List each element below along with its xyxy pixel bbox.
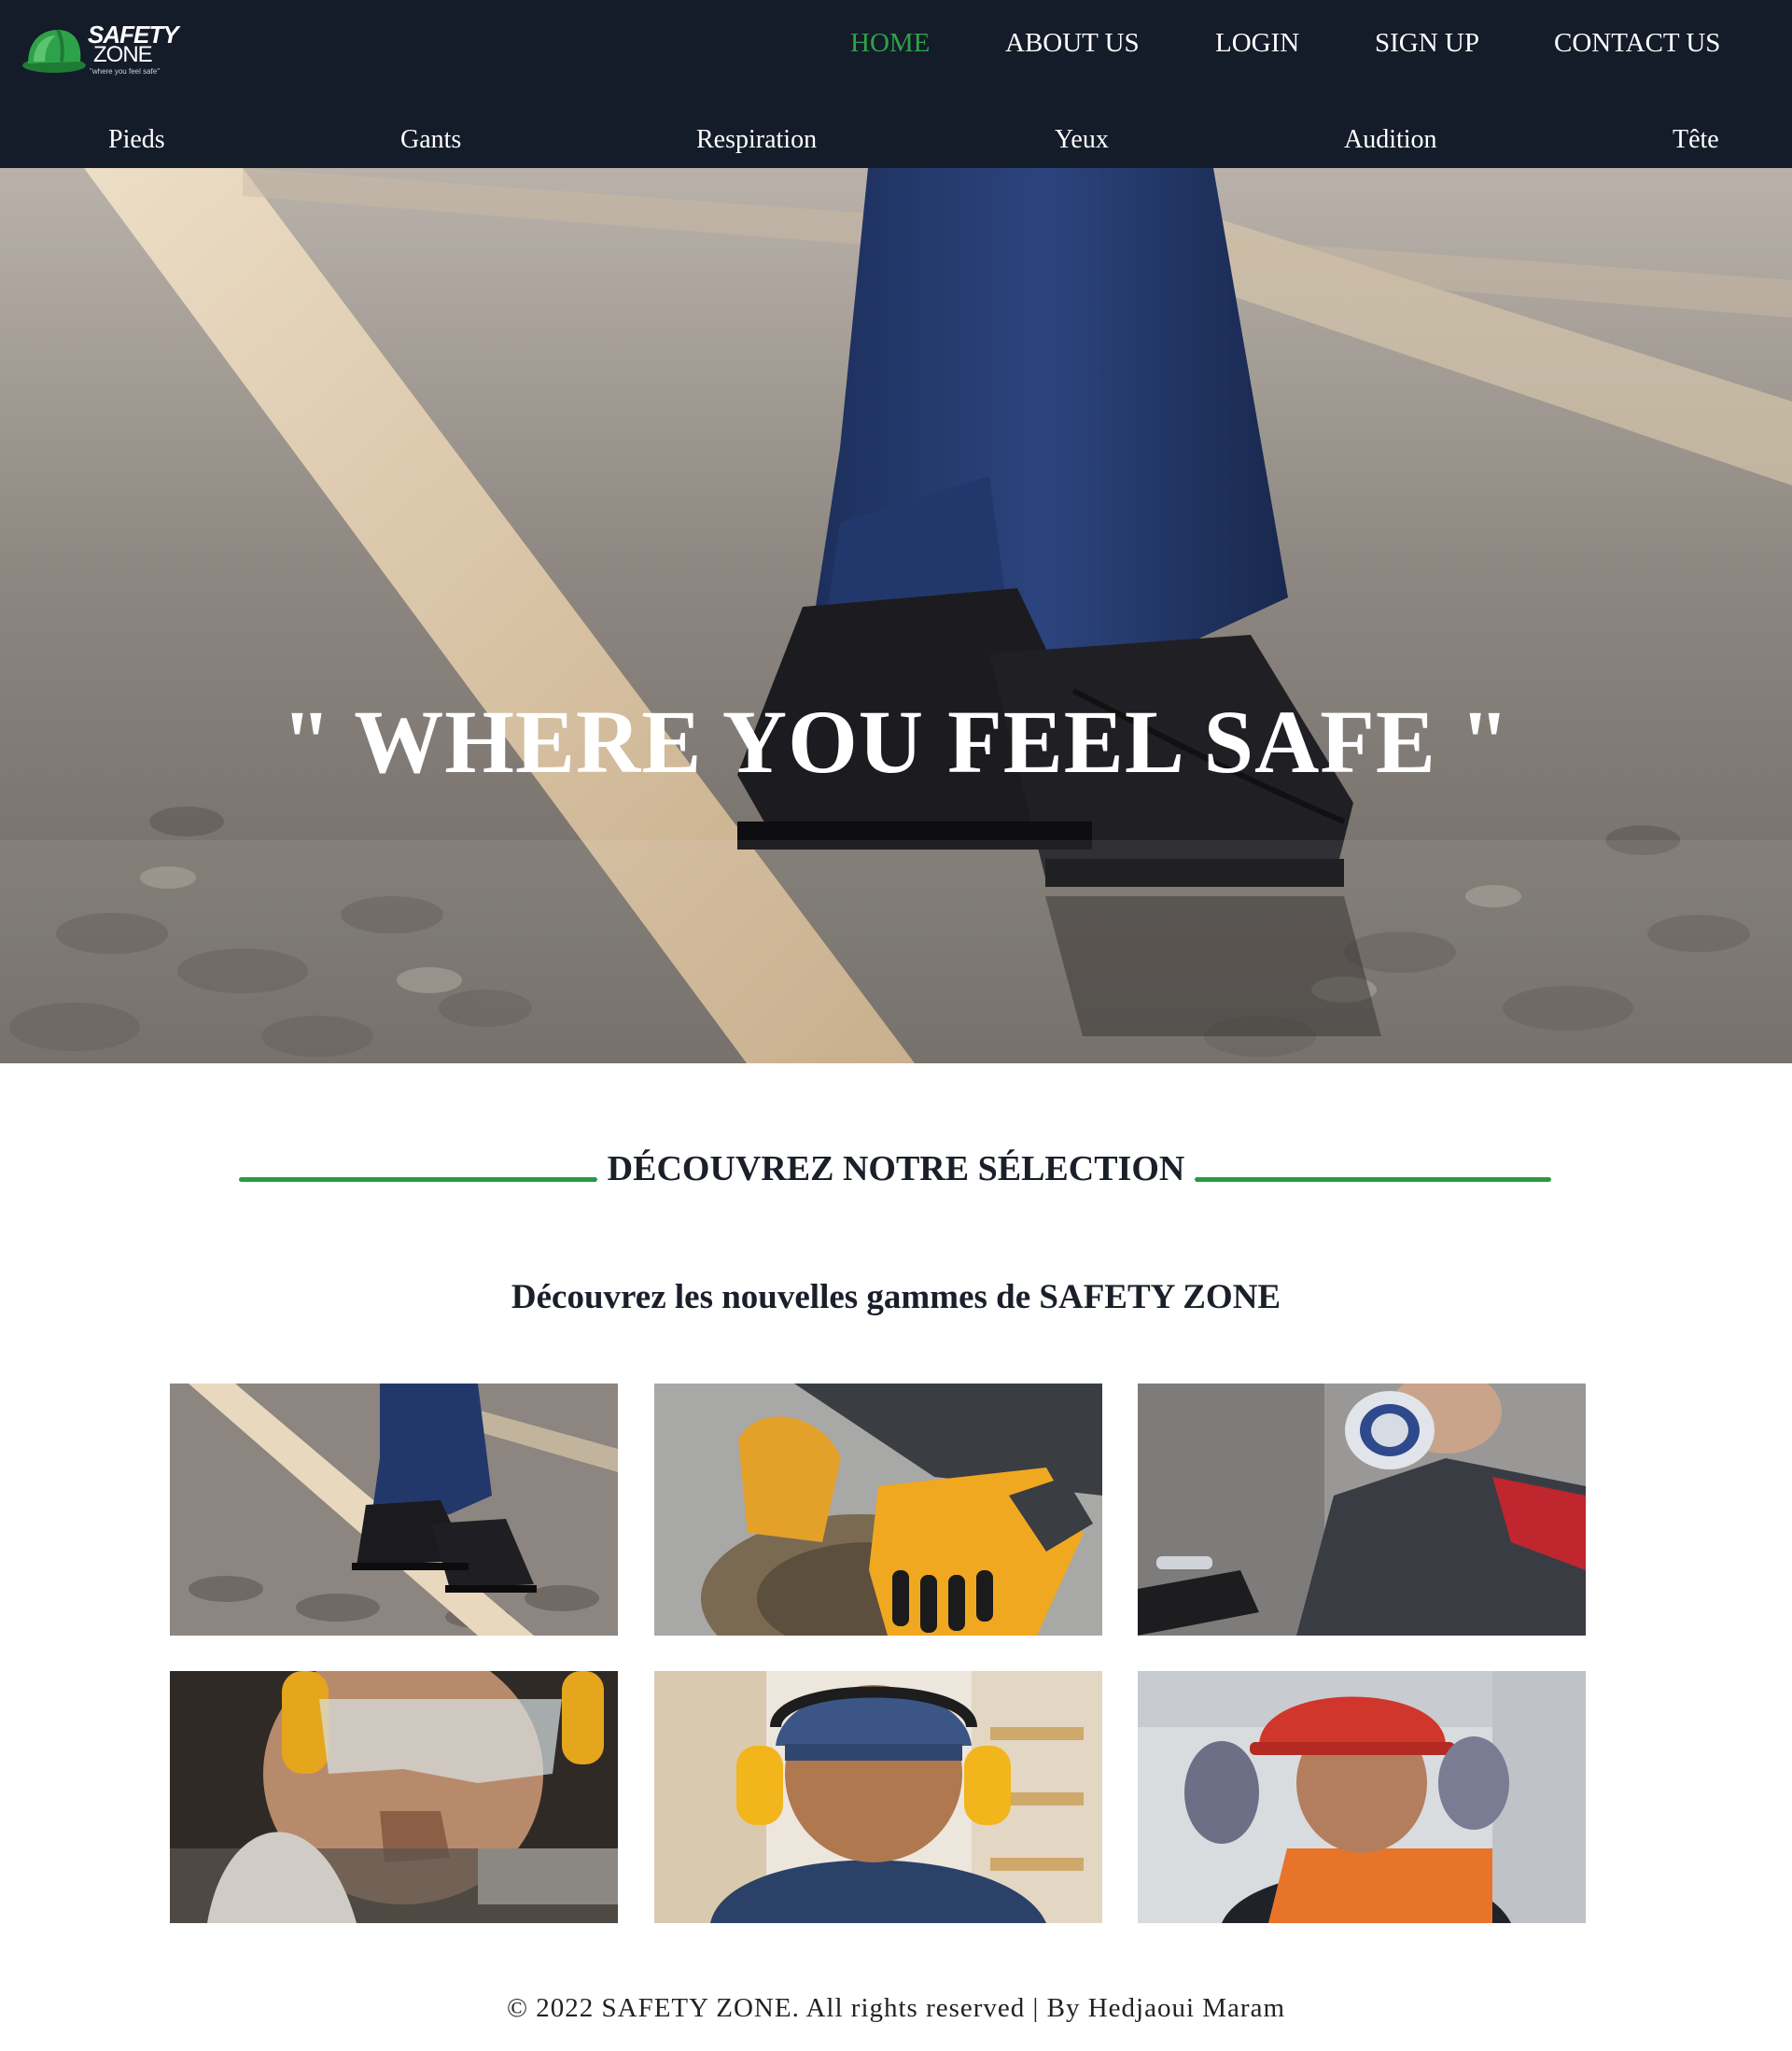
category-tete-link[interactable]: Tête	[1673, 121, 1719, 159]
category-yeux-link[interactable]: Yeux	[1055, 121, 1109, 159]
nav-about-us-link[interactable]: ABOUT US	[1005, 24, 1140, 62]
category-pieds-link[interactable]: Pieds	[108, 121, 165, 159]
nav-contact-us-link[interactable]: CONTACT US	[1554, 24, 1720, 62]
safety-boots-photo	[170, 1384, 618, 1636]
product-tile-pieds[interactable]	[170, 1384, 618, 1636]
work-gloves-photo	[654, 1384, 1102, 1636]
hero-boots-photo	[0, 168, 1792, 1063]
hero-title: " WHERE YOU FEEL SAFE "	[281, 692, 1511, 792]
hero-banner: " WHERE YOU FEEL SAFE "	[0, 168, 1792, 1063]
nav-login-link[interactable]: LOGIN	[1215, 24, 1299, 62]
logo-name-line2: ZONE	[93, 42, 153, 67]
hard-hat-helmet-photo	[1138, 1671, 1586, 1923]
hearing-protection-earmuffs-photo	[654, 1671, 1102, 1923]
category-gants-link[interactable]: Gants	[400, 121, 461, 159]
selection-heading-text: DÉCOUVREZ NOTRE SÉLECTION	[607, 1149, 1185, 1188]
category-respiration-link[interactable]: Respiration	[696, 121, 817, 159]
product-tile-tete[interactable]	[1138, 1671, 1586, 1923]
selection-heading: DÉCOUVREZ NOTRE SÉLECTION	[0, 1144, 1792, 1200]
safety-goggles-earmuffs-photo	[170, 1671, 618, 1923]
nav-home-link[interactable]: HOME	[850, 24, 930, 62]
category-navigation: Pieds Gants Respiration Yeux Audition Tê…	[0, 121, 1792, 161]
nav-sign-up-link[interactable]: SIGN UP	[1375, 24, 1479, 62]
product-tile-yeux[interactable]	[170, 1671, 618, 1923]
site-header: SAFETY ZONE "where you feel safe" HOME A…	[0, 0, 1792, 168]
helmet-logo-icon	[22, 29, 86, 73]
safety-zone-logo[interactable]: SAFETY ZONE "where you feel safe"	[21, 21, 179, 78]
selection-subtitle: Découvrez les nouvelles gammes de SAFETY…	[511, 1278, 1281, 1316]
site-footer: © 2022 SAFETY ZONE. All rights reserved …	[506, 1993, 1285, 2023]
product-tile-respiration[interactable]	[1138, 1384, 1586, 1636]
heading-right-rule	[1195, 1177, 1551, 1182]
product-tile-audition[interactable]	[654, 1671, 1102, 1923]
logo-tagline: "where you feel safe"	[90, 67, 161, 76]
product-tile-gants[interactable]	[654, 1384, 1102, 1636]
category-audition-link[interactable]: Audition	[1344, 121, 1437, 159]
respirator-mask-photo	[1138, 1384, 1586, 1636]
